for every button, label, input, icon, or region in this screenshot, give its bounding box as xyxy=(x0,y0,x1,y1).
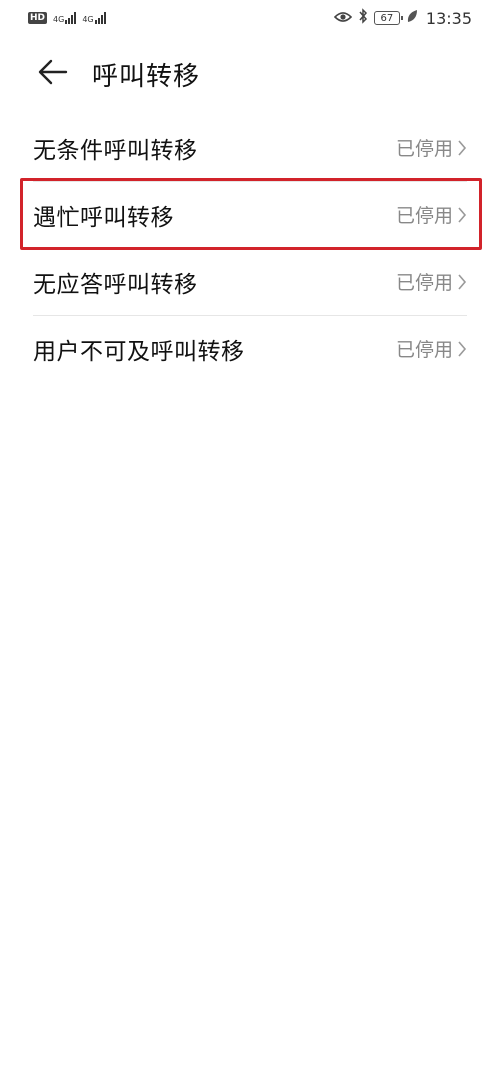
status-left: HD 4G 4G xyxy=(28,12,106,24)
sim2-signal: 4G xyxy=(82,12,106,24)
list-item-unconditional[interactable]: 无条件呼叫转移 已停用 xyxy=(33,114,467,181)
app-header: 呼叫转移 xyxy=(0,46,500,102)
chevron-right-icon xyxy=(457,206,467,224)
list-item-status: 已停用 xyxy=(396,134,467,161)
list-item-label: 无条件呼叫转移 xyxy=(33,137,198,164)
leaf-icon xyxy=(406,9,418,27)
back-arrow-icon xyxy=(38,59,68,89)
call-forwarding-screen: HD 4G 4G 67 13:35 呼叫转移 无条件呼叫转移 已停用 遇忙呼叫转… xyxy=(0,0,500,1084)
list-item-status: 已停用 xyxy=(396,201,467,228)
sim2-net-label: 4G xyxy=(82,15,94,24)
clock: 13:35 xyxy=(425,8,472,28)
page-title: 呼叫转移 xyxy=(92,61,201,92)
list-item-label: 遇忙呼叫转移 xyxy=(33,204,174,231)
bluetooth-icon xyxy=(358,8,368,28)
signal-icon xyxy=(65,12,77,24)
list-item-unreachable[interactable]: 用户不可及呼叫转移 已停用 xyxy=(33,315,467,382)
status-right: 67 13:35 xyxy=(333,8,472,28)
status-text: 已停用 xyxy=(395,205,453,227)
chevron-right-icon xyxy=(457,273,467,291)
chevron-right-icon xyxy=(457,139,467,157)
battery-level: 67 xyxy=(380,12,394,24)
list-item-busy[interactable]: 遇忙呼叫转移 已停用 xyxy=(33,181,467,248)
status-text: 已停用 xyxy=(395,138,453,160)
list-item-label: 用户不可及呼叫转移 xyxy=(33,338,245,365)
status-text: 已停用 xyxy=(395,272,453,294)
list-item-no-answer[interactable]: 无应答呼叫转移 已停用 xyxy=(33,248,467,315)
list-item-status: 已停用 xyxy=(396,335,467,362)
list-item-label: 无应答呼叫转移 xyxy=(33,271,198,298)
status-bar: HD 4G 4G 67 13:35 xyxy=(0,0,500,36)
back-button[interactable] xyxy=(28,49,78,99)
list-item-status: 已停用 xyxy=(396,268,467,295)
signal-icon xyxy=(94,12,106,24)
sim1-net-label: 4G xyxy=(53,15,65,24)
hd-badge: HD xyxy=(28,12,48,24)
call-forwarding-list: 无条件呼叫转移 已停用 遇忙呼叫转移 已停用 无应答呼叫转移 已停用 用户不可及… xyxy=(0,114,500,382)
sim1-signal: 4G xyxy=(53,12,77,24)
eye-icon xyxy=(333,9,353,27)
chevron-right-icon xyxy=(457,340,467,358)
battery-icon: 67 xyxy=(373,11,403,25)
status-text: 已停用 xyxy=(395,339,453,361)
